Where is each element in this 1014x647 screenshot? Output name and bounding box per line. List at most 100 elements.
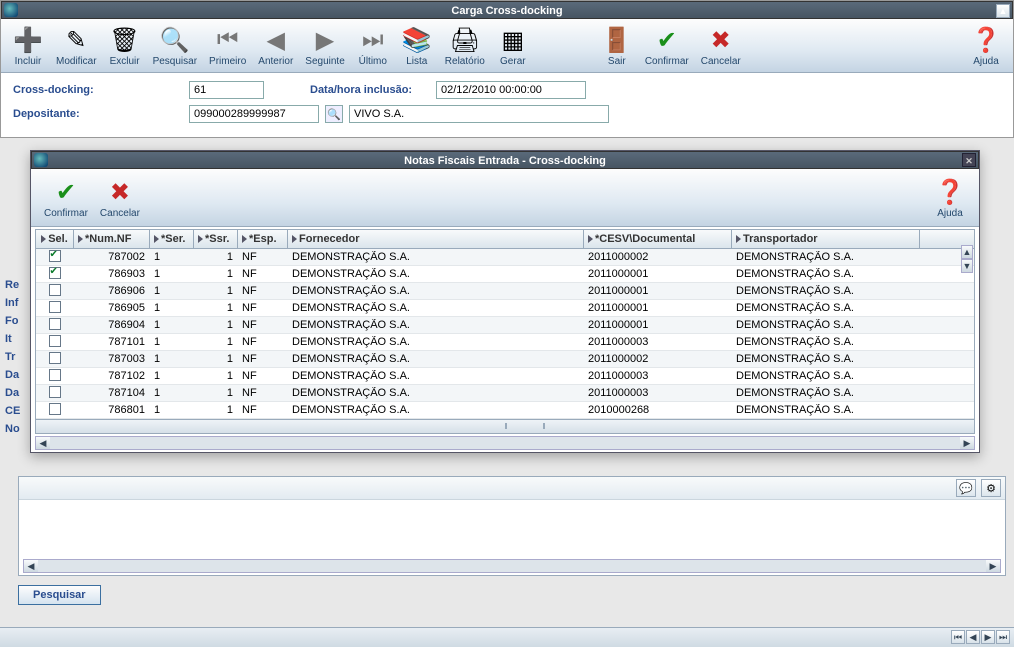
cell-cesv: 2010000268 — [584, 404, 732, 416]
table-row[interactable]: 78700311NFDEMONSTRAÇÃO S.A.2011000002DEM… — [36, 351, 974, 368]
lista-button[interactable]: 📚Lista — [396, 21, 438, 70]
row-checkbox[interactable] — [49, 403, 61, 415]
table-row[interactable]: 78710411NFDEMONSTRAÇÃO S.A.2011000003DEM… — [36, 385, 974, 402]
table-row[interactable]: 78680111NFDEMONSTRAÇÃO S.A.2010000268DEM… — [36, 402, 974, 419]
relatorio-button[interactable]: 🖨Relatório — [440, 21, 490, 70]
confirmar-button[interactable]: ✔Confirmar — [640, 21, 694, 70]
help-icon: ❓ — [970, 24, 1002, 56]
sair-button[interactable]: 🚪Sair — [596, 21, 638, 70]
cell-cesv: 2011000003 — [584, 336, 732, 348]
modal-close-button[interactable]: ✕ — [962, 153, 976, 167]
scroll-down-icon[interactable]: ▼ — [961, 259, 973, 273]
depositante-name-field[interactable] — [349, 105, 609, 123]
cell-transportador: DEMONSTRAÇÃO S.A. — [732, 302, 920, 314]
row-checkbox[interactable] — [49, 267, 61, 279]
data-hora-field[interactable] — [436, 81, 586, 99]
ultimo-button[interactable]: ⏭Último — [352, 21, 394, 70]
row-checkbox[interactable] — [49, 352, 61, 364]
cancel-icon: ✖ — [104, 176, 136, 208]
settings-button[interactable]: ⚙ — [981, 479, 1001, 497]
sort-icon — [78, 235, 83, 243]
cancelar-button[interactable]: ✖Cancelar — [696, 21, 746, 70]
cell-ssr: 1 — [194, 319, 238, 331]
first-icon: ⏮ — [212, 24, 244, 56]
modal-confirmar-button[interactable]: ✔Confirmar — [39, 173, 93, 222]
cell-ser: 1 — [150, 302, 194, 314]
anterior-button[interactable]: ◀Anterior — [253, 21, 298, 70]
row-checkbox[interactable] — [49, 250, 61, 262]
excluir-button[interactable]: 🗑Excluir — [104, 21, 146, 70]
modificar-button[interactable]: ✎Modificar — [51, 21, 102, 70]
depositante-search-button[interactable]: 🔍 — [325, 105, 343, 123]
scroll-right-icon[interactable]: ▶ — [960, 437, 974, 449]
table-row[interactable]: 78690611NFDEMONSTRAÇÃO S.A.2011000001DEM… — [36, 283, 974, 300]
nav-last-icon[interactable]: ⏭ — [996, 630, 1010, 644]
depositante-code-field[interactable] — [189, 105, 319, 123]
gerar-button[interactable]: ▦Gerar — [492, 21, 534, 70]
row-checkbox[interactable] — [49, 335, 61, 347]
cell-transportador: DEMONSTRAÇÃO S.A. — [732, 285, 920, 297]
main-window-titlebar[interactable]: Carga Cross-docking ▲ — [1, 1, 1013, 19]
table-row[interactable]: 78710111NFDEMONSTRAÇÃO S.A.2011000003DEM… — [36, 334, 974, 351]
resize-grip-icon[interactable] — [505, 423, 545, 429]
col-esp[interactable]: *Esp. — [238, 230, 288, 248]
row-checkbox[interactable] — [49, 386, 61, 398]
col-sel[interactable]: Sel. — [36, 230, 74, 248]
nav-prev-icon[interactable]: ◀ — [966, 630, 980, 644]
row-checkbox[interactable] — [49, 369, 61, 381]
row-checkbox[interactable] — [49, 301, 61, 313]
col-transportador[interactable]: Transportador — [732, 230, 920, 248]
ajuda-button[interactable]: ❓Ajuda — [965, 21, 1007, 70]
sort-icon — [41, 235, 46, 243]
row-checkbox[interactable] — [49, 284, 61, 296]
scroll-left-icon[interactable]: ◀ — [24, 560, 38, 572]
grid-v-scrollbar[interactable]: ▲ ▼ — [960, 245, 974, 273]
primeiro-button[interactable]: ⏮Primeiro — [204, 21, 251, 70]
scroll-up-icon[interactable]: ▲ — [961, 245, 973, 259]
col-cesv[interactable]: *CESV\Documental — [584, 230, 732, 248]
chat-button[interactable]: 💬 — [956, 479, 976, 497]
pesquisar-button[interactable]: 🔍Pesquisar — [148, 21, 202, 70]
nav-first-icon[interactable]: ⏮ — [951, 630, 965, 644]
cross-docking-field[interactable] — [189, 81, 264, 99]
scroll-right-icon[interactable]: ▶ — [986, 560, 1000, 572]
nav-next-icon[interactable]: ▶ — [981, 630, 995, 644]
cell-fornecedor: DEMONSTRAÇÃO S.A. — [288, 268, 584, 280]
cell-esp: NF — [238, 370, 288, 382]
col-ssr[interactable]: *Ssr. — [194, 230, 238, 248]
main-window: Carga Cross-docking ▲ ➕Incluir ✎Modifica… — [0, 0, 1014, 138]
grid-h-scrollbar[interactable]: ◀ ▶ — [35, 436, 975, 450]
cell-cesv: 2011000001 — [584, 319, 732, 331]
grid-notas-fiscais: Sel. *Num.NF *Ser. *Ssr. *Esp. Fornecedo… — [35, 229, 975, 434]
cancel-icon: ✖ — [705, 24, 737, 56]
seguinte-button[interactable]: ▶Seguinte — [300, 21, 349, 70]
side-labels: ReInfFo ItTrDa DaCENo — [5, 276, 20, 438]
scroll-left-icon[interactable]: ◀ — [36, 437, 50, 449]
row-checkbox[interactable] — [49, 318, 61, 330]
cell-nf: 787101 — [74, 336, 150, 348]
bottom-grid — [19, 499, 1005, 557]
table-row[interactable]: 78690511NFDEMONSTRAÇÃO S.A.2011000001DEM… — [36, 300, 974, 317]
incluir-button[interactable]: ➕Incluir — [7, 21, 49, 70]
table-row[interactable]: 78700211NFDEMONSTRAÇÃO S.A.2011000002DEM… — [36, 249, 974, 266]
table-row[interactable]: 78690411NFDEMONSTRAÇÃO S.A.2011000001DEM… — [36, 317, 974, 334]
cell-cesv: 2011000001 — [584, 302, 732, 314]
modal-titlebar[interactable]: Notas Fiscais Entrada - Cross-docking ✕ — [31, 151, 979, 169]
cell-ssr: 1 — [194, 370, 238, 382]
bottom-h-scrollbar[interactable]: ◀ ▶ — [23, 559, 1001, 573]
col-fornecedor[interactable]: Fornecedor — [288, 230, 584, 248]
cell-transportador: DEMONSTRAÇÃO S.A. — [732, 336, 920, 348]
cell-ser: 1 — [150, 370, 194, 382]
cell-cesv: 2011000003 — [584, 387, 732, 399]
scroll-up-icon[interactable]: ▲ — [996, 4, 1010, 18]
modal-cancelar-button[interactable]: ✖Cancelar — [95, 173, 145, 222]
col-ser[interactable]: *Ser. — [150, 230, 194, 248]
gear-icon: ⚙ — [986, 482, 996, 495]
edit-icon: ✎ — [60, 24, 92, 56]
modal-ajuda-button[interactable]: ❓Ajuda — [929, 173, 971, 222]
col-num-nf[interactable]: *Num.NF — [74, 230, 150, 248]
cell-ser: 1 — [150, 285, 194, 297]
table-row[interactable]: 78710211NFDEMONSTRAÇÃO S.A.2011000003DEM… — [36, 368, 974, 385]
table-row[interactable]: 78690311NFDEMONSTRAÇÃO S.A.2011000001DEM… — [36, 266, 974, 283]
pesquisar-bottom-button[interactable]: Pesquisar — [18, 585, 101, 605]
